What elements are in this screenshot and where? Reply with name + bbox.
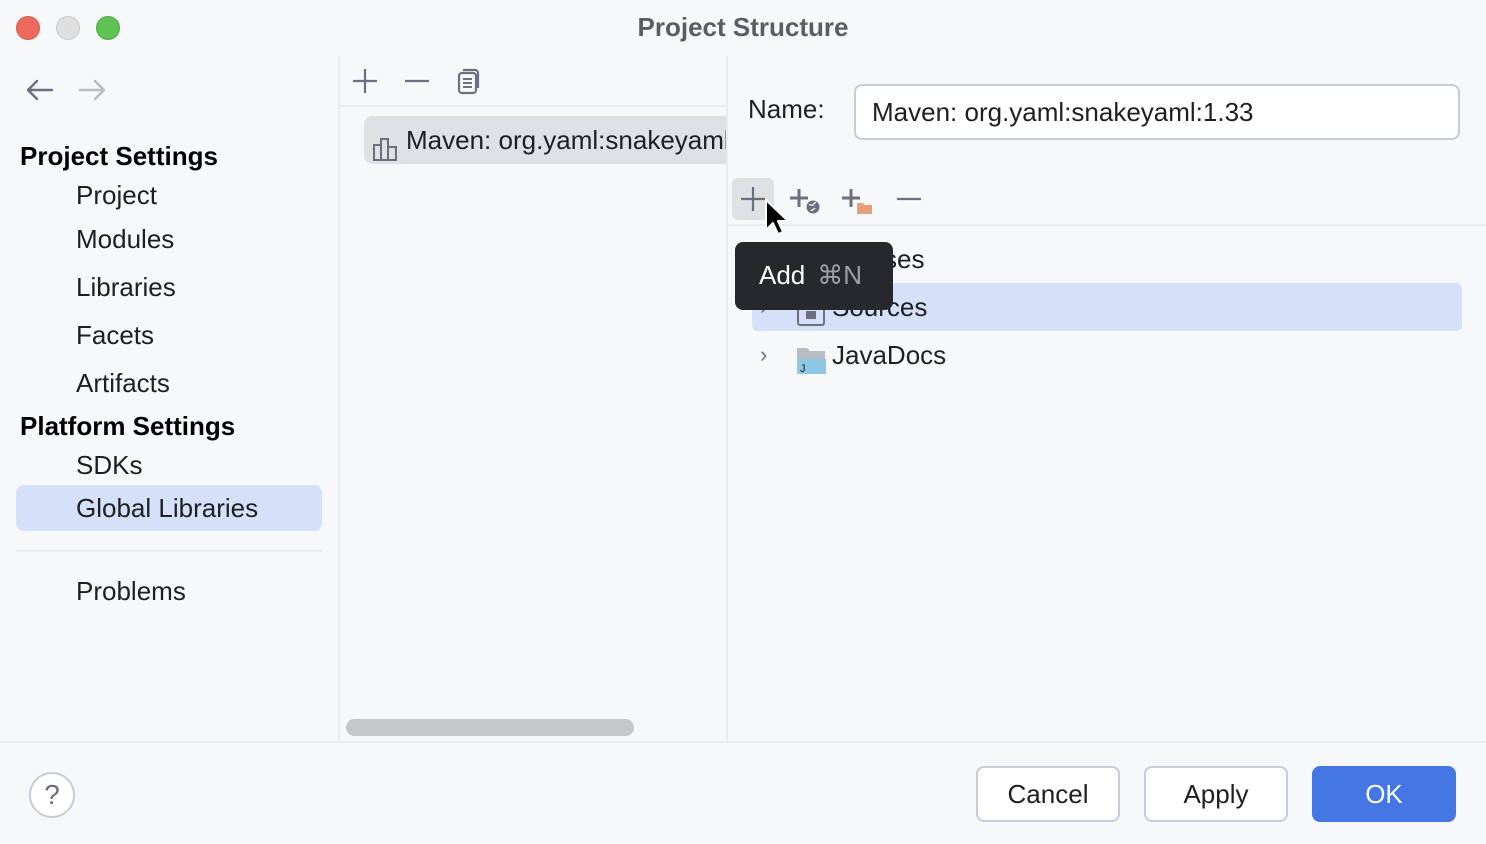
add-url-button[interactable] — [784, 178, 826, 220]
mouse-cursor-icon — [764, 198, 790, 243]
name-field[interactable] — [854, 84, 1460, 140]
library-list-item[interactable]: Maven: org.yaml:snakeyaml:1.33 — [364, 116, 726, 164]
add-library-button[interactable] — [344, 60, 386, 102]
remove-library-button[interactable] — [396, 60, 438, 102]
horizontal-scrollbar[interactable] — [346, 719, 634, 736]
sidebar-item-modules[interactable]: Modules — [16, 216, 322, 262]
copy-icon — [457, 68, 480, 95]
ok-button[interactable]: OK — [1312, 766, 1456, 822]
remove-root-button[interactable] — [888, 178, 930, 220]
platform-settings-heading: Platform Settings — [20, 411, 236, 441]
sidebar-divider-vertical — [338, 56, 340, 742]
help-button[interactable]: ? — [29, 772, 75, 818]
cancel-button[interactable]: Cancel — [976, 766, 1120, 822]
back-button[interactable] — [25, 78, 55, 106]
tree-label: JavaDocs — [832, 340, 947, 370]
sidebar-item-facets[interactable]: Facets — [16, 312, 322, 358]
library-name: Maven: org.yaml:snakeyaml:1.33 — [406, 125, 726, 155]
apply-button[interactable]: Apply — [1144, 766, 1288, 822]
sidebar-item-problems[interactable]: Problems — [16, 568, 322, 614]
remove-icon — [405, 79, 429, 83]
project-settings-heading: Project Settings — [20, 141, 218, 171]
add-folder-icon — [842, 189, 872, 214]
title-bar: Project Structure — [0, 0, 1486, 56]
library-icon — [372, 128, 400, 164]
window-title: Project Structure — [637, 12, 849, 42]
project-structure-dialog: Project Structure Project Settings Proje… — [0, 0, 1486, 844]
add-icon — [353, 69, 377, 93]
name-label: Name: — [748, 94, 825, 124]
sidebar-item-sdks[interactable]: SDKs — [16, 442, 322, 488]
arrow-right-icon — [78, 79, 106, 101]
sidebar-item-libraries[interactable]: Libraries — [16, 264, 322, 310]
pane-divider-vertical[interactable] — [726, 56, 728, 742]
remove-icon — [897, 197, 921, 201]
right-toolbar-divider — [728, 224, 1486, 226]
javadocs-folder-icon: J — [796, 342, 826, 390]
add-url-icon — [790, 189, 820, 214]
sidebar-item-global-libraries[interactable]: Global Libraries — [16, 485, 322, 531]
forward-button[interactable] — [77, 78, 107, 106]
chevron-right-icon[interactable]: › — [760, 331, 767, 379]
middle-toolbar-divider — [340, 105, 726, 107]
svg-text:J: J — [800, 363, 806, 375]
copy-library-button[interactable] — [448, 60, 490, 102]
add-icon — [741, 187, 765, 211]
tooltip-label: Add — [759, 260, 806, 290]
sidebar-item-artifacts[interactable]: Artifacts — [16, 360, 322, 406]
add-folder-button[interactable] — [836, 178, 878, 220]
sidebar-divider — [16, 550, 322, 552]
add-tooltip: Add ⌘N — [735, 242, 893, 310]
sidebar-item-project[interactable]: Project — [16, 172, 322, 218]
footer-divider — [0, 741, 1486, 743]
tooltip-shortcut: ⌘N — [817, 260, 863, 290]
arrow-left-icon — [26, 79, 54, 101]
tree-row-javadocs[interactable]: › J JavaDocs — [752, 331, 1462, 379]
